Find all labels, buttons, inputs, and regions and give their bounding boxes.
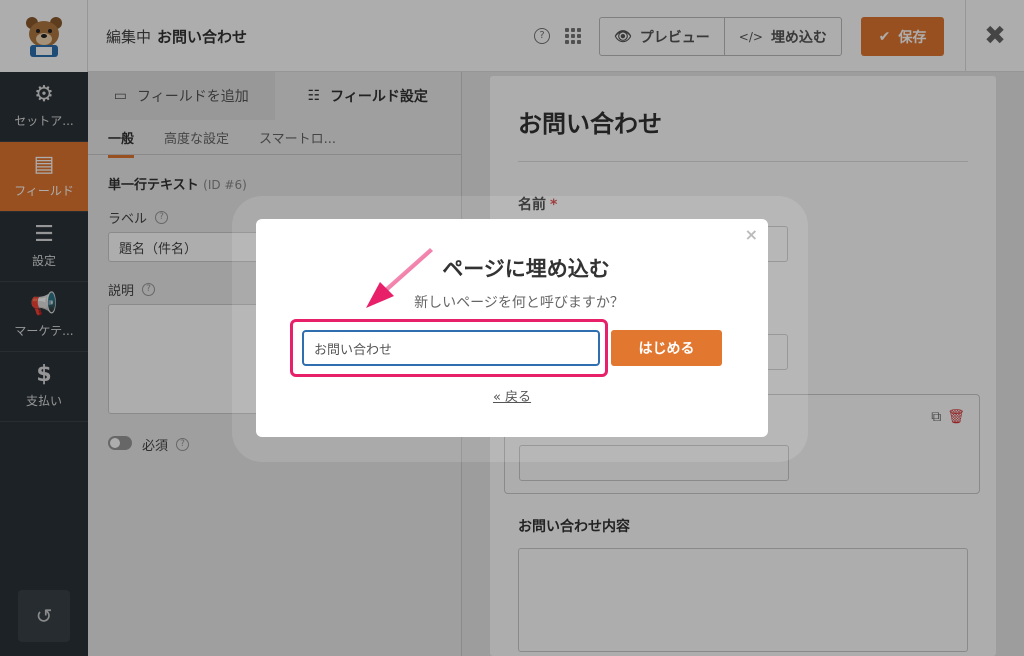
page-name-input[interactable] bbox=[302, 330, 600, 366]
close-icon[interactable]: × bbox=[745, 225, 758, 244]
start-button[interactable]: はじめる bbox=[611, 330, 722, 366]
modal-title: ページに埋め込む bbox=[442, 257, 610, 281]
modal-subtitle: 新しいページを何と呼びますか？ bbox=[414, 295, 624, 311]
embed-in-page-modal: × ページに埋め込む 新しいページを何と呼びますか？ はじめる « 戻る bbox=[256, 219, 768, 437]
back-link[interactable]: « 戻る bbox=[256, 386, 768, 405]
